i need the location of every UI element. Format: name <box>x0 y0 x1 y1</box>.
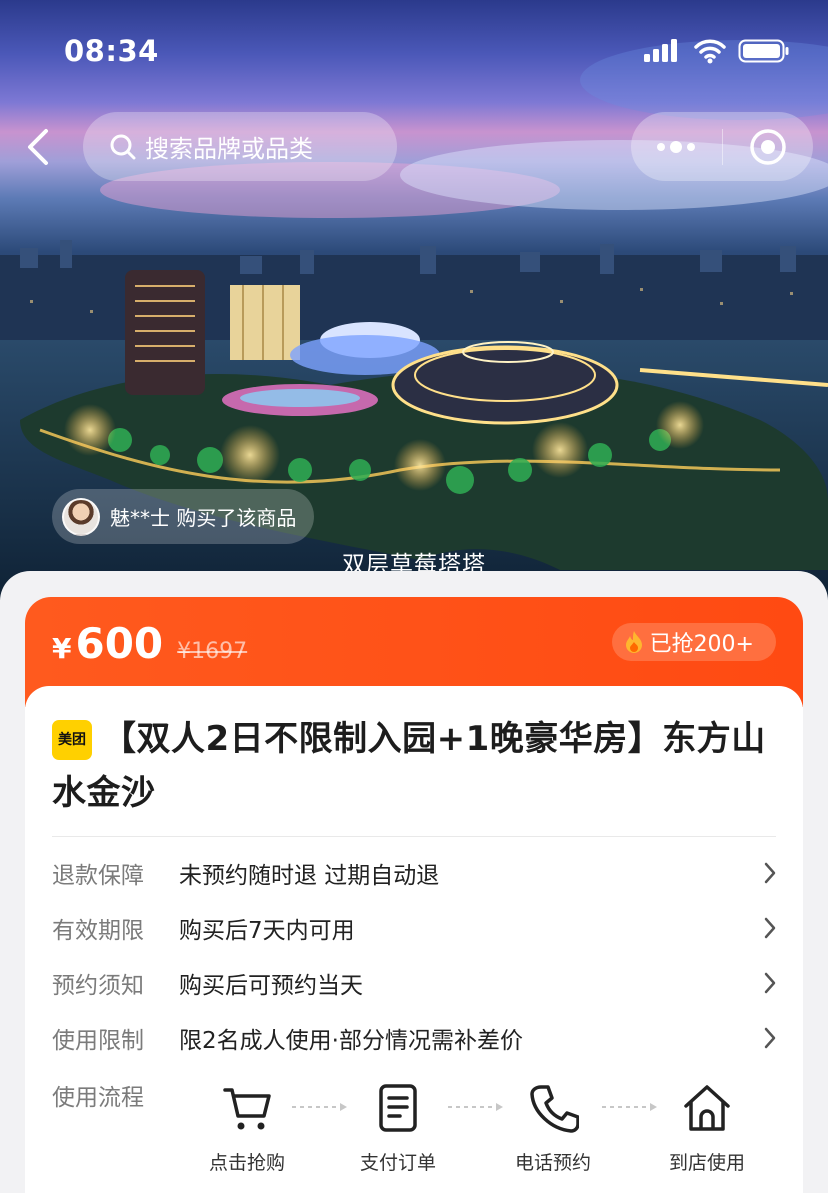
flow-step-phone: 电话预约 <box>498 1082 608 1175</box>
info-value: 购买后7天内可用 <box>179 918 355 944</box>
original-price: ¥1697 <box>177 639 248 664</box>
search-placeholder: 搜索品牌或品类 <box>145 135 313 163</box>
info-key: 预约须知 <box>52 973 144 999</box>
flow-step-label: 支付订单 <box>359 1152 436 1174</box>
more-dots-icon <box>657 140 696 153</box>
info-row-validity[interactable]: 有效期限 购买后7天内可用 <box>52 908 782 948</box>
info-row-booking[interactable]: 预约须知 购买后可预约当天 <box>52 963 782 1003</box>
close-miniapp-button[interactable] <box>723 112 814 181</box>
miniapp-capsule <box>631 112 813 181</box>
info-key: 退款保障 <box>52 863 144 889</box>
flow-step-pay: 支付订单 <box>343 1082 453 1175</box>
chevron-right-icon <box>764 972 776 994</box>
info-key: 有效期限 <box>52 918 144 944</box>
info-value: 购买后可预约当天 <box>179 973 363 999</box>
buyer-notice: 魅**士 购买了该商品 <box>52 489 315 544</box>
flame-icon <box>625 631 642 653</box>
info-key: 使用限制 <box>52 1028 144 1054</box>
buyer-notice-text: 魅**士 购买了该商品 <box>110 506 297 530</box>
more-button[interactable] <box>631 112 722 181</box>
flow-arrow-icon <box>292 1103 347 1111</box>
flow-step-label: 点击抢购 <box>208 1152 285 1174</box>
sold-count-badge: 已抢200+ <box>611 623 776 661</box>
info-value: 未预约随时退 过期自动退 <box>179 863 440 889</box>
usage-flow-label: 使用流程 <box>52 1085 144 1111</box>
divider <box>52 836 776 837</box>
flow-step-label: 到店使用 <box>668 1152 745 1174</box>
flow-arrow-icon <box>602 1103 657 1111</box>
phone-icon <box>530 1085 579 1133</box>
sold-count-text: 已抢200+ <box>649 632 754 657</box>
target-icon <box>750 128 786 165</box>
flow-arrow-icon <box>448 1103 503 1111</box>
currency-symbol: ¥ <box>52 632 72 665</box>
status-time: 08:34 <box>64 34 159 68</box>
status-icons <box>644 38 790 64</box>
receipt-icon <box>379 1084 417 1132</box>
hero-image: 08:34 搜索品牌或品类 魅**士 购买了该商品 双层草莓塔塔 <box>0 0 828 600</box>
signal-icon <box>644 39 677 62</box>
battery-icon <box>738 39 789 63</box>
meituan-logo: 美团 <box>52 720 92 760</box>
flow-step-label: 电话预约 <box>514 1152 591 1174</box>
back-button[interactable] <box>18 124 58 170</box>
chevron-left-icon <box>28 129 48 165</box>
info-value: 限2名成人使用·部分情况需补差价 <box>179 1028 523 1054</box>
cart-icon <box>223 1088 271 1130</box>
chevron-right-icon <box>764 862 776 884</box>
chevron-right-icon <box>764 1027 776 1049</box>
product-title-block: 美团 【双人2日不限制入园+1晚豪华房】东方山水金沙 <box>52 712 782 820</box>
store-icon <box>684 1085 730 1131</box>
wifi-icon <box>694 39 726 64</box>
info-row-limit[interactable]: 使用限制 限2名成人使用·部分情况需补差价 <box>52 1018 782 1058</box>
search-input[interactable]: 搜索品牌或品类 <box>83 112 397 181</box>
price-row: ¥ 600 ¥1697 <box>52 619 247 668</box>
current-price: 600 <box>75 619 164 668</box>
flow-step-store: 到店使用 <box>652 1082 762 1175</box>
product-title: 【双人2日不限制入园+1晚豪华房】东方山水金沙 <box>52 719 766 813</box>
search-icon <box>110 134 136 159</box>
flow-step-buy: 点击抢购 <box>192 1082 302 1175</box>
avatar <box>62 497 100 536</box>
info-row-refund[interactable]: 退款保障 未预约随时退 过期自动退 <box>52 853 782 893</box>
chevron-right-icon <box>764 917 776 939</box>
